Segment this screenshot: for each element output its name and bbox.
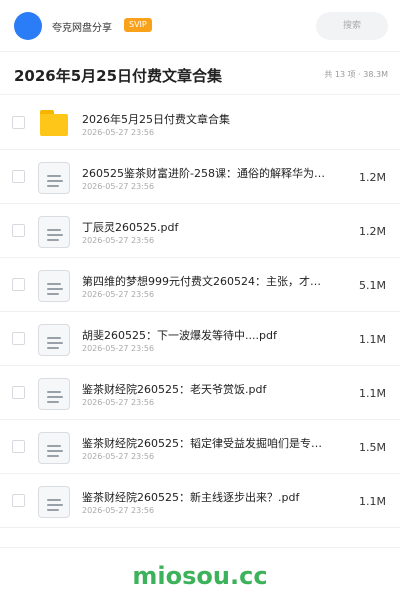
file-list: 2026年5月25日付费文章合集 2026-05-27 23:56 260525鉴茶…	[0, 96, 400, 528]
folder-icon	[38, 108, 70, 140]
select-checkbox[interactable]	[12, 440, 25, 453]
select-checkbox[interactable]	[12, 386, 25, 399]
select-checkbox[interactable]	[12, 494, 25, 507]
file-row[interactable]: 鉴茶财经院260525：韬定律受益发掘咱们是专业的… 2026-05-27 23:…	[0, 420, 400, 474]
document-icon	[38, 216, 70, 248]
user-name[interactable]: 夸克网盘分享	[52, 19, 112, 34]
file-row[interactable]: 鉴茶财经院260525：新主线逐步出来？.pdf 2026-05-27 23:56…	[0, 474, 400, 528]
file-name[interactable]: 鉴茶财经院260525：新主线逐步出来？.pdf	[82, 489, 328, 505]
document-icon	[38, 486, 70, 518]
select-checkbox[interactable]	[12, 278, 25, 291]
file-name[interactable]: 2026年5月25日付费文章合集	[82, 111, 328, 127]
watermark-text: miosou.cc	[132, 562, 268, 590]
document-icon	[38, 270, 70, 302]
top-bar: 夸克网盘分享 SVIP 搜索	[0, 0, 400, 52]
document-icon	[38, 432, 70, 464]
page-title: 2026年5月25日付费文章合集	[14, 67, 223, 85]
file-size: 1.1M	[359, 387, 386, 400]
select-checkbox[interactable]	[12, 332, 25, 345]
file-size: 1.1M	[359, 495, 386, 508]
file-name[interactable]: 胡斐260525：下一波爆发等待中....pdf	[82, 327, 328, 343]
file-row[interactable]: 第四维的梦想999元付费文260524：主张，才是… 2026-05-27 23:…	[0, 258, 400, 312]
document-icon	[38, 162, 70, 194]
file-size: 1.2M	[359, 225, 386, 238]
file-size: 1.5M	[359, 441, 386, 454]
select-checkbox[interactable]	[12, 116, 25, 129]
file-row[interactable]: 2026年5月25日付费文章合集 2026-05-27 23:56	[0, 96, 400, 150]
file-size: 1.1M	[359, 333, 386, 346]
document-icon	[38, 378, 70, 410]
file-size: 1.2M	[359, 171, 386, 184]
file-date: 2026-05-27 23:56	[82, 182, 155, 191]
file-date: 2026-05-27 23:56	[82, 452, 155, 461]
file-name[interactable]: 第四维的梦想999元付费文260524：主张，才是…	[82, 273, 328, 289]
folder-header: 2026年5月25日付费文章合集 共 13 项 · 38.3M	[0, 53, 400, 95]
file-row[interactable]: 胡斐260525：下一波爆发等待中....pdf 2026-05-27 23:56…	[0, 312, 400, 366]
file-name[interactable]: 鉴茶财经院260525：老天爷赏饭.pdf	[82, 381, 328, 397]
file-row[interactable]: 丁辰灵260525.pdf 2026-05-27 23:56 1.2M	[0, 204, 400, 258]
file-name[interactable]: 鉴茶财经院260525：韬定律受益发掘咱们是专业的…	[82, 435, 328, 451]
search-button[interactable]: 搜索	[316, 12, 388, 40]
svip-badge: SVIP	[124, 18, 152, 32]
document-icon	[38, 324, 70, 356]
avatar[interactable]	[14, 12, 42, 40]
file-date: 2026-05-27 23:56	[82, 236, 155, 245]
select-checkbox[interactable]	[12, 170, 25, 183]
file-date: 2026-05-27 23:56	[82, 128, 155, 137]
item-summary: 共 13 项 · 38.3M	[324, 70, 388, 79]
file-row[interactable]: 260525鉴茶财富进阶-258课：通俗的解释华为… 2026-05-27 23:…	[0, 150, 400, 204]
file-size: 5.1M	[359, 279, 386, 292]
file-name[interactable]: 丁辰灵260525.pdf	[82, 219, 328, 235]
file-date: 2026-05-27 23:56	[82, 506, 155, 515]
select-checkbox[interactable]	[12, 224, 25, 237]
file-name[interactable]: 260525鉴茶财富进阶-258课：通俗的解释华为…	[82, 165, 328, 181]
file-date: 2026-05-27 23:56	[82, 398, 155, 407]
file-date: 2026-05-27 23:56	[82, 344, 155, 353]
footer: miosou.cc	[0, 547, 400, 600]
file-date: 2026-05-27 23:56	[82, 290, 155, 299]
file-row[interactable]: 鉴茶财经院260525：老天爷赏饭.pdf 2026-05-27 23:56 1.1…	[0, 366, 400, 420]
